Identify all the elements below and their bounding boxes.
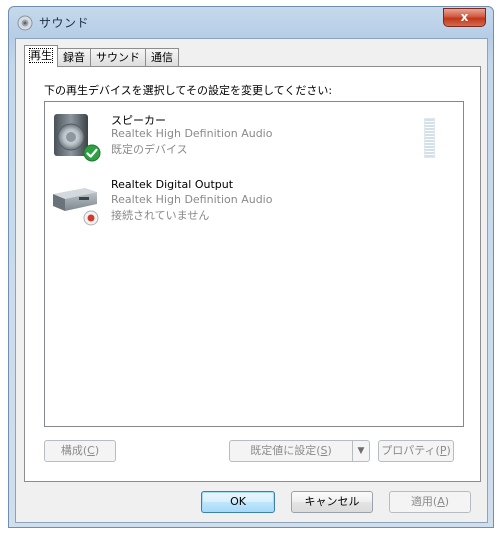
configure-button[interactable]: 構成(C) [44,440,116,462]
disconnected-icon [83,210,99,226]
device-driver: Realtek High Definition Audio [111,193,273,206]
device-item-digital-output[interactable]: Realtek Digital Output Realtek High Defi… [47,170,445,236]
tab-recording[interactable]: 録音 [57,48,91,67]
properties-button[interactable]: プロパティ(P) [378,440,454,462]
tab-strip: 再生 録音 サウンド 通信 [24,45,179,67]
cancel-button[interactable]: キャンセル [291,491,373,513]
set-default-dropdown[interactable]: ▼ [352,440,370,462]
set-default-button[interactable]: 既定値に設定(S) [229,440,353,462]
device-status: 既定のデバイス [111,143,188,156]
tab-communications[interactable]: 通信 [145,48,179,67]
device-driver: Realtek High Definition Audio [111,127,273,140]
instruction-text: 下の再生デバイスを選択してその設定を変更してください: [44,84,333,97]
sound-dialog: サウンド x 再生 録音 サウンド 通信 下の再生デバイスを選択してその設定を変… [8,6,494,528]
sound-app-icon [17,15,33,31]
device-item-speakers[interactable]: スピーカー Realtek High Definition Audio 既定のデ… [47,104,445,170]
default-check-icon [83,144,101,162]
close-button[interactable]: x [443,8,486,27]
volume-level-meter [424,118,435,158]
apply-button[interactable]: 適用(A) [389,491,471,513]
device-list[interactable]: スピーカー Realtek High Definition Audio 既定のデ… [44,101,464,427]
dialog-client-area: 再生 録音 サウンド 通信 下の再生デバイスを選択してその設定を変更してください… [15,38,488,523]
tab-sounds[interactable]: サウンド [90,48,146,67]
device-name: スピーカー [111,114,166,127]
playback-panel: 下の再生デバイスを選択してその設定を変更してください: スピーカー Realte… [24,66,481,482]
device-status: 接続されていません [111,209,210,222]
tab-playback[interactable]: 再生 [24,45,58,67]
ok-button[interactable]: OK [201,491,275,513]
close-icon: x [460,10,469,24]
chevron-down-icon: ▼ [357,446,365,456]
title-bar[interactable]: サウンド x [9,7,493,37]
window-title: サウンド [39,16,90,30]
device-name: Realtek Digital Output [111,178,234,191]
